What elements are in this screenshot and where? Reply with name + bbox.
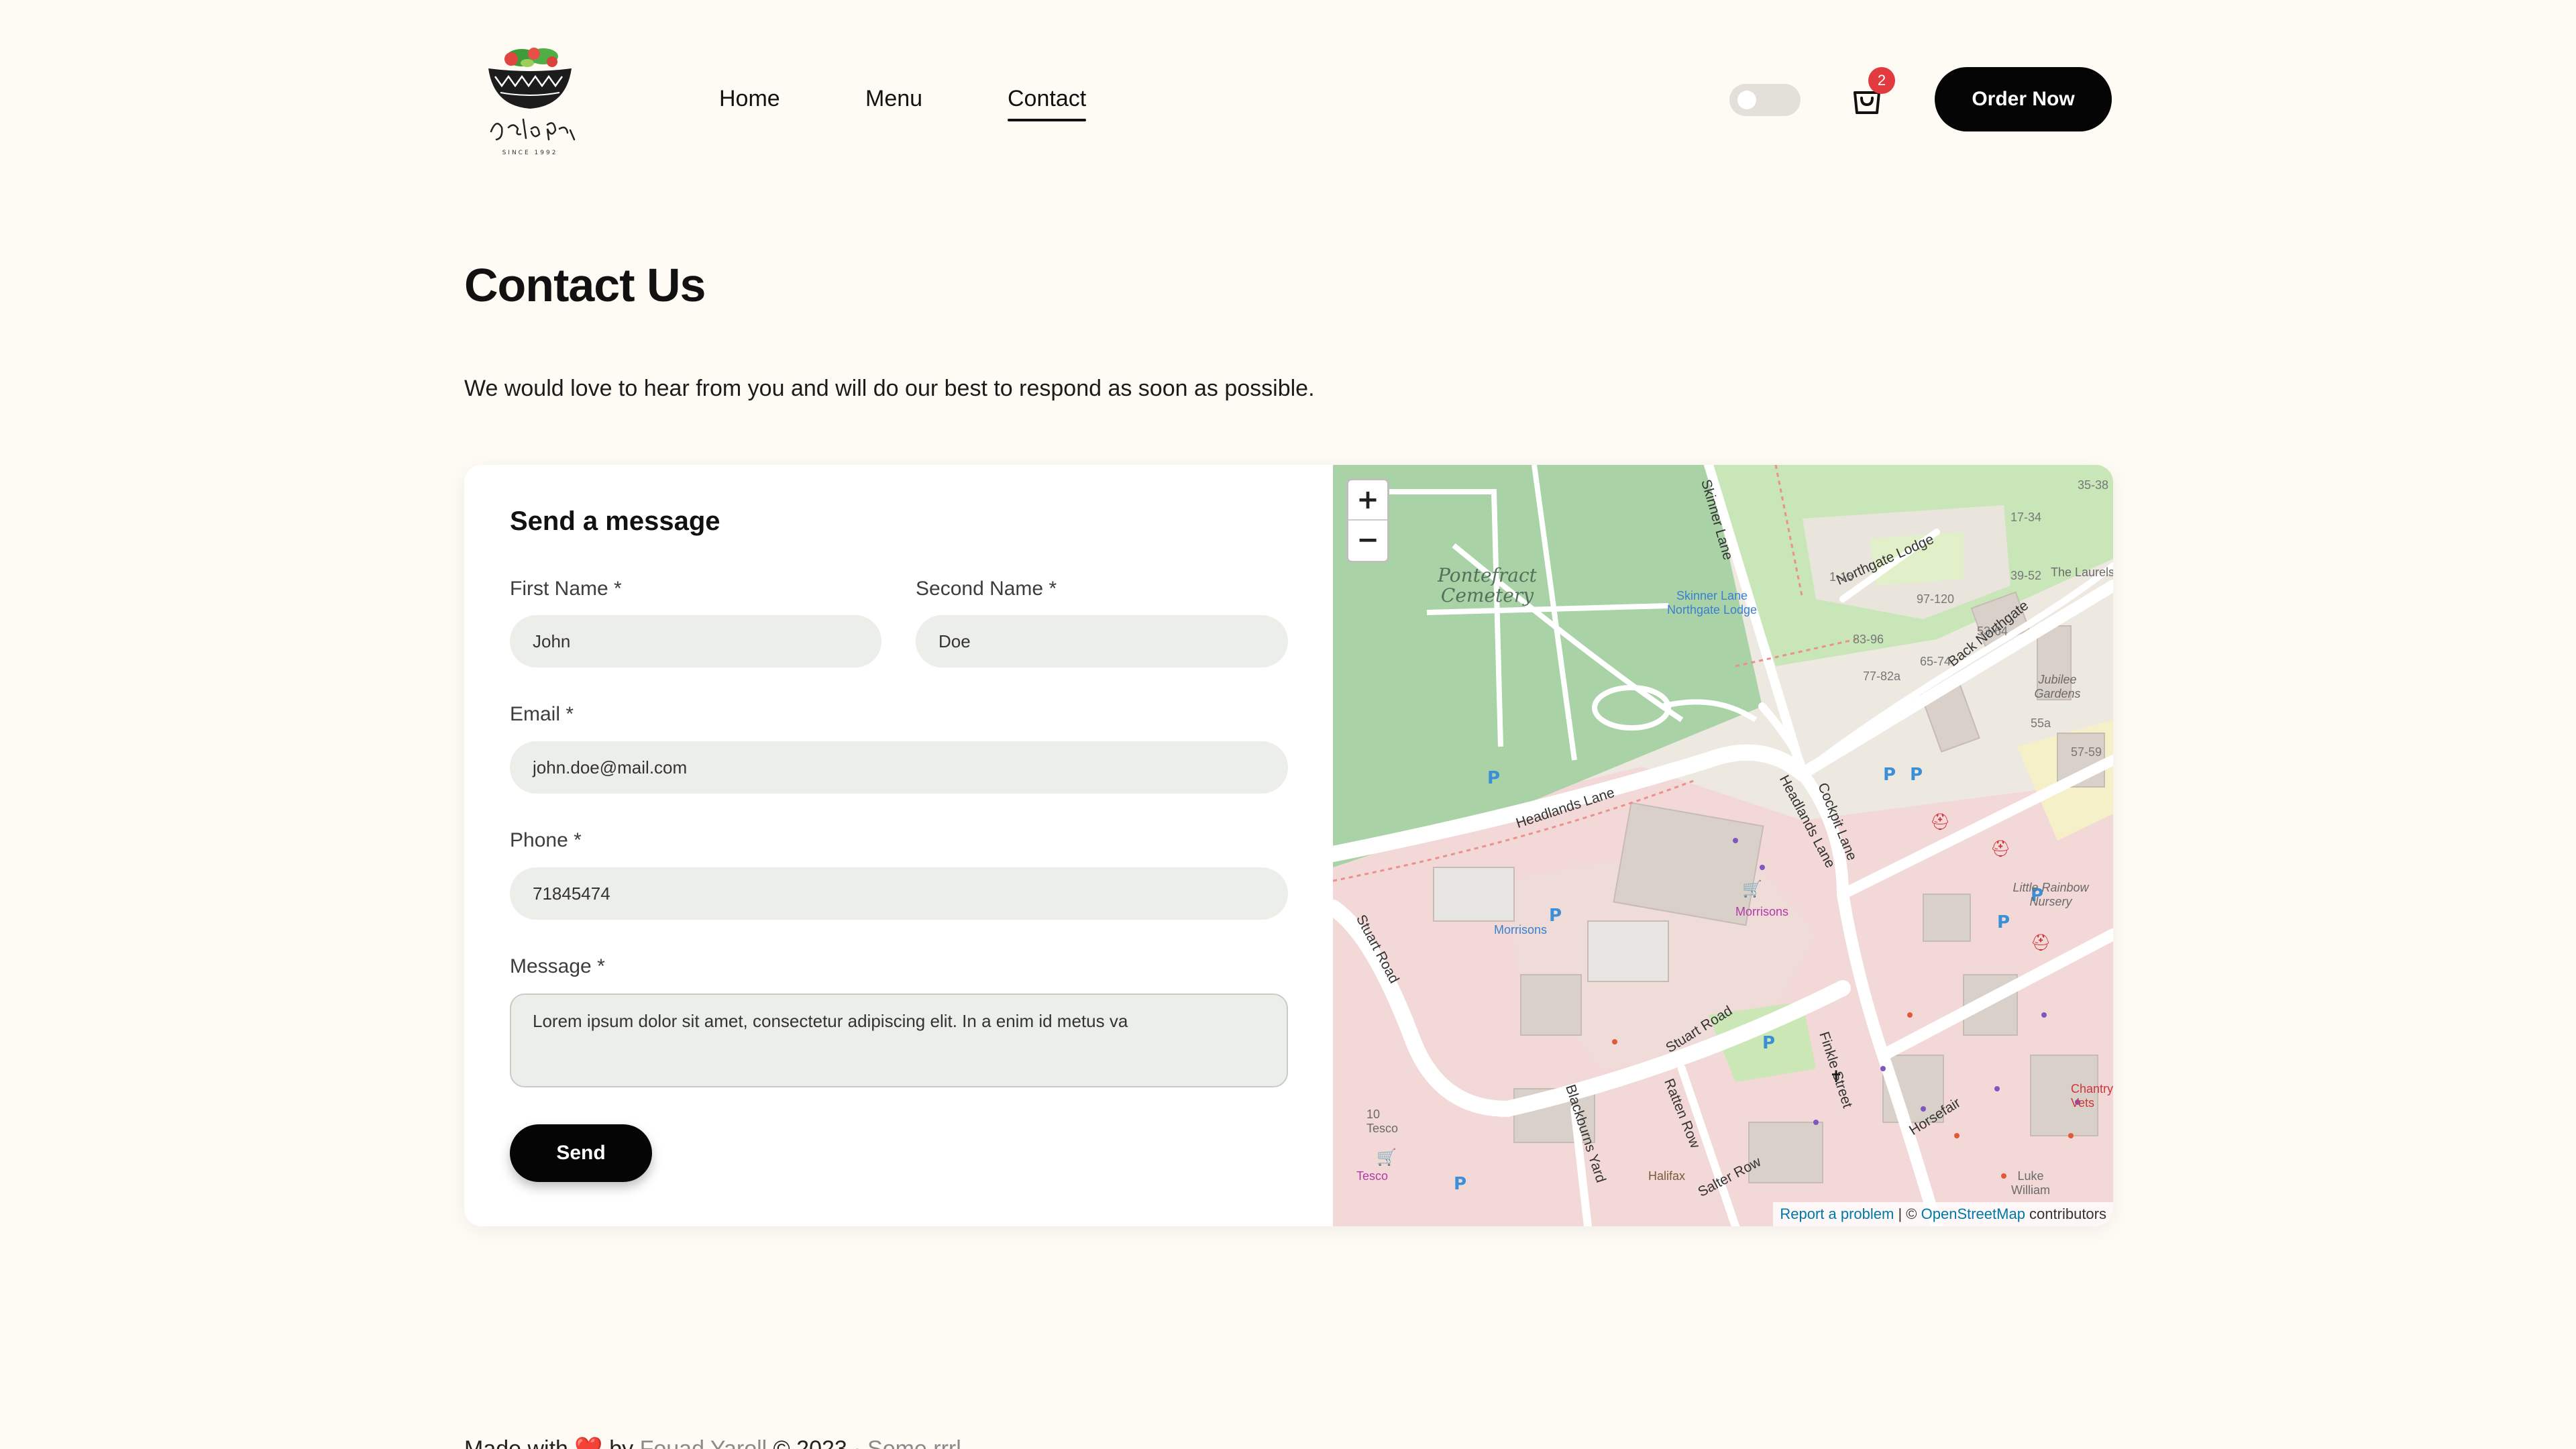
map-housenum-1-16: 1-16: [1829, 570, 1854, 584]
cart-count-badge: 2: [1868, 67, 1895, 94]
site-footer: Made with ❤️ by Fouad Yaroll © 2023 · So…: [464, 1436, 961, 1449]
svg-text:🛒: 🛒: [1377, 1148, 1397, 1167]
email-field[interactable]: john.doe@mail.com: [510, 741, 1288, 794]
attribution-suffix: contributors: [2025, 1205, 2106, 1222]
map-housenum-35-38: 35-38: [2078, 478, 2109, 492]
footer-by: by: [602, 1436, 640, 1449]
map-poi-tesco: Tesco: [1356, 1169, 1389, 1183]
message-textarea[interactable]: Lorem ipsum dolor sit amet, consectetur …: [510, 994, 1288, 1087]
map-housenum-57-59: 57-59: [2071, 745, 2102, 759]
attribution-separator: | ©: [1894, 1205, 1921, 1222]
map-poi-luke-william: Luke William: [2011, 1169, 2050, 1197]
map-housenum-77-82a: 77-82a: [1863, 669, 1901, 683]
message-label: Message *: [510, 955, 605, 977]
contact-card: Send a message First Name * John Second …: [464, 465, 2113, 1226]
svg-text:⛑: ⛑: [1930, 812, 1950, 831]
map-poi-jubilee-gardens: Jubilee Gardens: [2034, 673, 2081, 700]
openstreetmap-link[interactable]: OpenStreetMap: [1921, 1205, 2025, 1222]
form-title: Send a message: [510, 506, 720, 536]
footer-rest: Some rrrl: [867, 1436, 961, 1449]
order-now-button[interactable]: Order Now: [1935, 67, 2112, 131]
map-poi-morrisons-store: Morrisons: [1735, 905, 1789, 918]
salad-bar-logo[interactable]: SINCE 1992: [470, 39, 590, 160]
svg-text:P: P: [1910, 765, 1923, 785]
map-housenum-55a: 55a: [2031, 716, 2051, 730]
map-housenum-97-120: 97-120: [1917, 592, 1955, 606]
toggle-knob: [1737, 91, 1756, 109]
nav-link-menu[interactable]: Menu: [865, 84, 922, 113]
map-attribution: Report a problem | © OpenStreetMap contr…: [1773, 1202, 2113, 1226]
map-housenum-17-34: 17-34: [2010, 511, 2042, 524]
page-subtitle: We would love to hear from you and will …: [464, 376, 1315, 401]
footer-author-link[interactable]: Fouad Yaroll: [640, 1436, 767, 1449]
svg-text:⛑: ⛑: [2031, 933, 2051, 952]
second-name-label: Second Name *: [916, 578, 1057, 600]
map-housenum-39-52: 39-52: [2010, 569, 2042, 582]
report-problem-link[interactable]: Report a problem: [1780, 1205, 1894, 1222]
email-label: Email *: [510, 703, 574, 725]
contact-form: Send a message First Name * John Second …: [464, 465, 1333, 1226]
map-poi-tesco-10: 10 Tesco: [1366, 1108, 1399, 1135]
svg-text:P: P: [1549, 906, 1562, 926]
send-button[interactable]: Send: [510, 1124, 652, 1182]
map-housenum-65-74: 65-74: [1920, 655, 1951, 668]
map-poi-laurels: The Laurels: [2051, 566, 2113, 579]
footer-copyright: © 2023 ·: [767, 1436, 868, 1449]
location-map[interactable]: PPP PPP PP ✝ ⛑ ⛑ ⛑ 🛒 🛒 Pontefract Cemete…: [1333, 465, 2113, 1226]
theme-toggle[interactable]: [1729, 84, 1801, 116]
svg-text:P: P: [1454, 1174, 1466, 1194]
map-poi-halifax: Halifax: [1648, 1169, 1686, 1183]
svg-text:⛑: ⛑: [1990, 839, 2010, 858]
map-poi-little-rainbow-nursery: Little Rainbow Nursery: [2012, 881, 2089, 908]
nav-link-contact[interactable]: Contact: [1008, 84, 1087, 121]
svg-text:P: P: [1883, 765, 1896, 785]
map-poi-chantry-vets: Chantry Vets: [2071, 1082, 2113, 1110]
svg-text:P: P: [1762, 1033, 1775, 1053]
first-name-label: First Name *: [510, 578, 622, 600]
nav-link-home[interactable]: Home: [719, 84, 780, 113]
site-header: SINCE 1992 Home Menu Contact 2 Order Now: [0, 0, 2576, 174]
salad-bowl-icon: SINCE 1992: [488, 48, 576, 156]
svg-text:P: P: [1487, 768, 1500, 788]
map-poi-skinner-lodge: Skinner Lane Northgate Lodge: [1666, 589, 1758, 616]
heart-icon: ❤️: [574, 1436, 603, 1449]
map-zoom-control: + −: [1346, 478, 1389, 563]
map-poi-morrisons-parking: Morrisons: [1494, 923, 1548, 936]
zoom-out-button[interactable]: −: [1348, 521, 1387, 561]
zoom-in-button[interactable]: +: [1348, 480, 1387, 521]
svg-text:SINCE 1992: SINCE 1992: [502, 150, 558, 156]
map-label-cemetery: Pontefract Cemetery: [1438, 564, 1537, 606]
map-housenum-83-96: 83-96: [1853, 633, 1884, 646]
second-name-field[interactable]: Doe: [916, 615, 1288, 667]
phone-label: Phone *: [510, 829, 582, 851]
page-title: Contact Us: [464, 259, 706, 311]
footer-made-with: Made with: [464, 1436, 568, 1449]
map-housenum-53-64: 53-64: [1977, 625, 2008, 638]
first-name-field[interactable]: John: [510, 615, 881, 667]
svg-text:P: P: [1997, 912, 2010, 932]
svg-text:🛒: 🛒: [1742, 879, 1762, 898]
phone-field[interactable]: 71845474: [510, 867, 1288, 920]
